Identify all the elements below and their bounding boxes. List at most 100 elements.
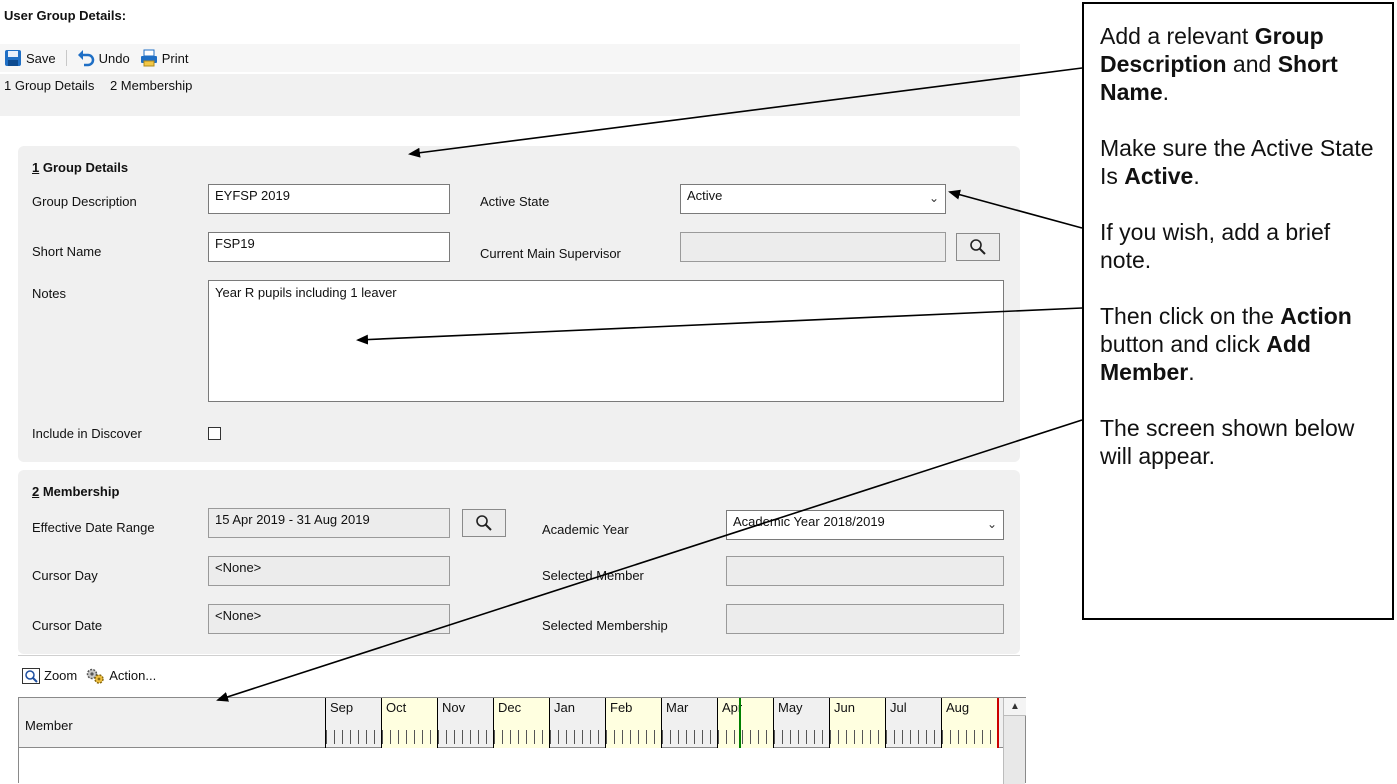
month-mar: Mar [661, 698, 718, 748]
callout-step-result: The screen shown below will appear. [1100, 415, 1355, 469]
app-window: User Group Details: Save Undo Print 1 Gr… [0, 0, 1026, 784]
print-label: Print [161, 50, 189, 66]
month-feb: Feb [605, 698, 662, 748]
membership-section: 2 Membership Effective Date Range 15 Apr… [18, 470, 1020, 654]
today-marker [739, 698, 741, 748]
include-in-discover-checkbox[interactable] [208, 427, 221, 440]
main-supervisor-field [680, 232, 946, 262]
month-label: Sep [330, 700, 354, 715]
month-label: Jan [554, 700, 575, 715]
month-ticks [886, 730, 942, 744]
month-label: Oct [386, 700, 407, 715]
member-column-header: Member [25, 718, 73, 733]
month-label: May [778, 700, 803, 715]
main-toolbar: Save Undo Print [0, 44, 1020, 72]
month-may: May [773, 698, 830, 748]
effective-date-range-label: Effective Date Range [32, 520, 155, 535]
month-ticks [718, 730, 774, 744]
page-title: User Group Details: [4, 8, 127, 23]
vertical-scrollbar[interactable]: ▲ [1003, 698, 1026, 784]
month-ticks [606, 730, 662, 744]
month-ticks [942, 730, 998, 744]
callout-step-active: Make sure the Active State Is Active. [1100, 135, 1374, 189]
month-jul: Jul [885, 698, 942, 748]
month-aug: Aug [941, 698, 998, 748]
active-state-value: Active [687, 188, 723, 203]
month-ticks [662, 730, 718, 744]
month-ticks [830, 730, 886, 744]
zoom-button[interactable]: Zoom [22, 667, 78, 684]
month-ticks [326, 730, 382, 744]
callout-step-action: Then click on the Action button and clic… [1100, 303, 1352, 385]
group-description-label: Group Description [32, 194, 137, 209]
chevron-down-icon: ⌄ [928, 191, 939, 205]
month-ticks [774, 730, 830, 744]
effective-date-range-field: 15 Apr 2019 - 31 Aug 2019 [208, 508, 450, 538]
chevron-down-icon: ⌄ [986, 517, 997, 531]
zoom-label: Zoom [44, 668, 78, 683]
selected-membership-label: Selected Membership [542, 618, 668, 633]
short-name-label: Short Name [32, 244, 102, 259]
undo-label: Undo [98, 50, 130, 66]
action-icon [86, 668, 104, 684]
tab-group-details[interactable]: 1 Group Details [4, 78, 94, 93]
grid-header: Member Sep Oct Nov Dec Jan Feb Mar Apr May Jun Jul… [19, 698, 1003, 748]
month-ticks [494, 730, 550, 744]
undo-icon [77, 50, 94, 67]
scroll-up-icon[interactable]: ▲ [1004, 698, 1026, 716]
month-ticks [382, 730, 438, 744]
short-name-field[interactable]: FSP19 [208, 232, 450, 262]
month-timeline: Sep Oct Nov Dec Jan Feb Mar Apr May Jun Jul Aug [325, 698, 1001, 748]
month-sep: Sep [325, 698, 382, 748]
print-button[interactable]: Print [140, 49, 189, 67]
search-icon [970, 239, 986, 255]
zoom-icon [22, 667, 40, 684]
include-in-discover-label: Include in Discover [32, 426, 142, 441]
month-ticks [550, 730, 606, 744]
section-heading-membership: 2 Membership [32, 484, 120, 499]
month-apr: Apr [717, 698, 774, 748]
cursor-date-field: <None> [208, 604, 450, 634]
group-description-field[interactable]: EYFSP 2019 [208, 184, 450, 214]
action-button[interactable]: Action... [85, 667, 156, 685]
active-state-label: Active State [480, 194, 550, 209]
membership-grid: Member Sep Oct Nov Dec Jan Feb Mar Apr May Jun Jul… [18, 697, 1026, 784]
save-icon [5, 50, 21, 66]
supervisor-search-button[interactable] [956, 233, 1000, 261]
range-end-marker [997, 698, 999, 748]
selected-member-label: Selected Member [542, 568, 644, 583]
selected-member-field [726, 556, 1004, 586]
callout-step-description: Add a relevant Group Description and Sho… [1100, 23, 1338, 105]
month-label: Mar [666, 700, 689, 715]
action-label: Action... [109, 668, 157, 683]
month-label: Jul [890, 700, 907, 715]
save-button[interactable]: Save [4, 49, 56, 67]
print-icon [140, 49, 157, 67]
academic-year-select[interactable]: Academic Year 2018/2019 ⌄ [726, 510, 1004, 540]
academic-year-label: Academic Year [542, 522, 629, 537]
tab-membership[interactable]: 2 Membership [110, 78, 192, 93]
month-ticks [438, 730, 494, 744]
callout-step-notes: If you wish, add a brief note. [1100, 219, 1331, 273]
academic-year-value: Academic Year 2018/2019 [733, 514, 885, 529]
month-dec: Dec [493, 698, 550, 748]
section-tabs: 1 Group Details 2 Membership [0, 74, 1020, 116]
month-nov: Nov [437, 698, 494, 748]
cursor-day-field: <None> [208, 556, 450, 586]
month-label: Aug [946, 700, 970, 715]
search-icon [476, 515, 492, 531]
notes-textarea[interactable]: Year R pupils including 1 leaver [208, 280, 1004, 402]
month-label: Dec [498, 700, 522, 715]
undo-button[interactable]: Undo [77, 49, 130, 67]
active-state-select[interactable]: Active ⌄ [680, 184, 946, 214]
toolbar-divider [65, 50, 67, 66]
date-range-search-button[interactable] [462, 509, 506, 537]
cursor-date-label: Cursor Date [32, 618, 103, 633]
grid-toolbar: Zoom Action... [18, 655, 1020, 695]
selected-membership-field [726, 604, 1004, 634]
month-jan: Jan [549, 698, 606, 748]
month-jun: Jun [829, 698, 886, 748]
month-label: Jun [834, 700, 855, 715]
month-label: Feb [610, 700, 633, 715]
instruction-callout: Add a relevant Group Description and Sho… [1082, 2, 1394, 620]
